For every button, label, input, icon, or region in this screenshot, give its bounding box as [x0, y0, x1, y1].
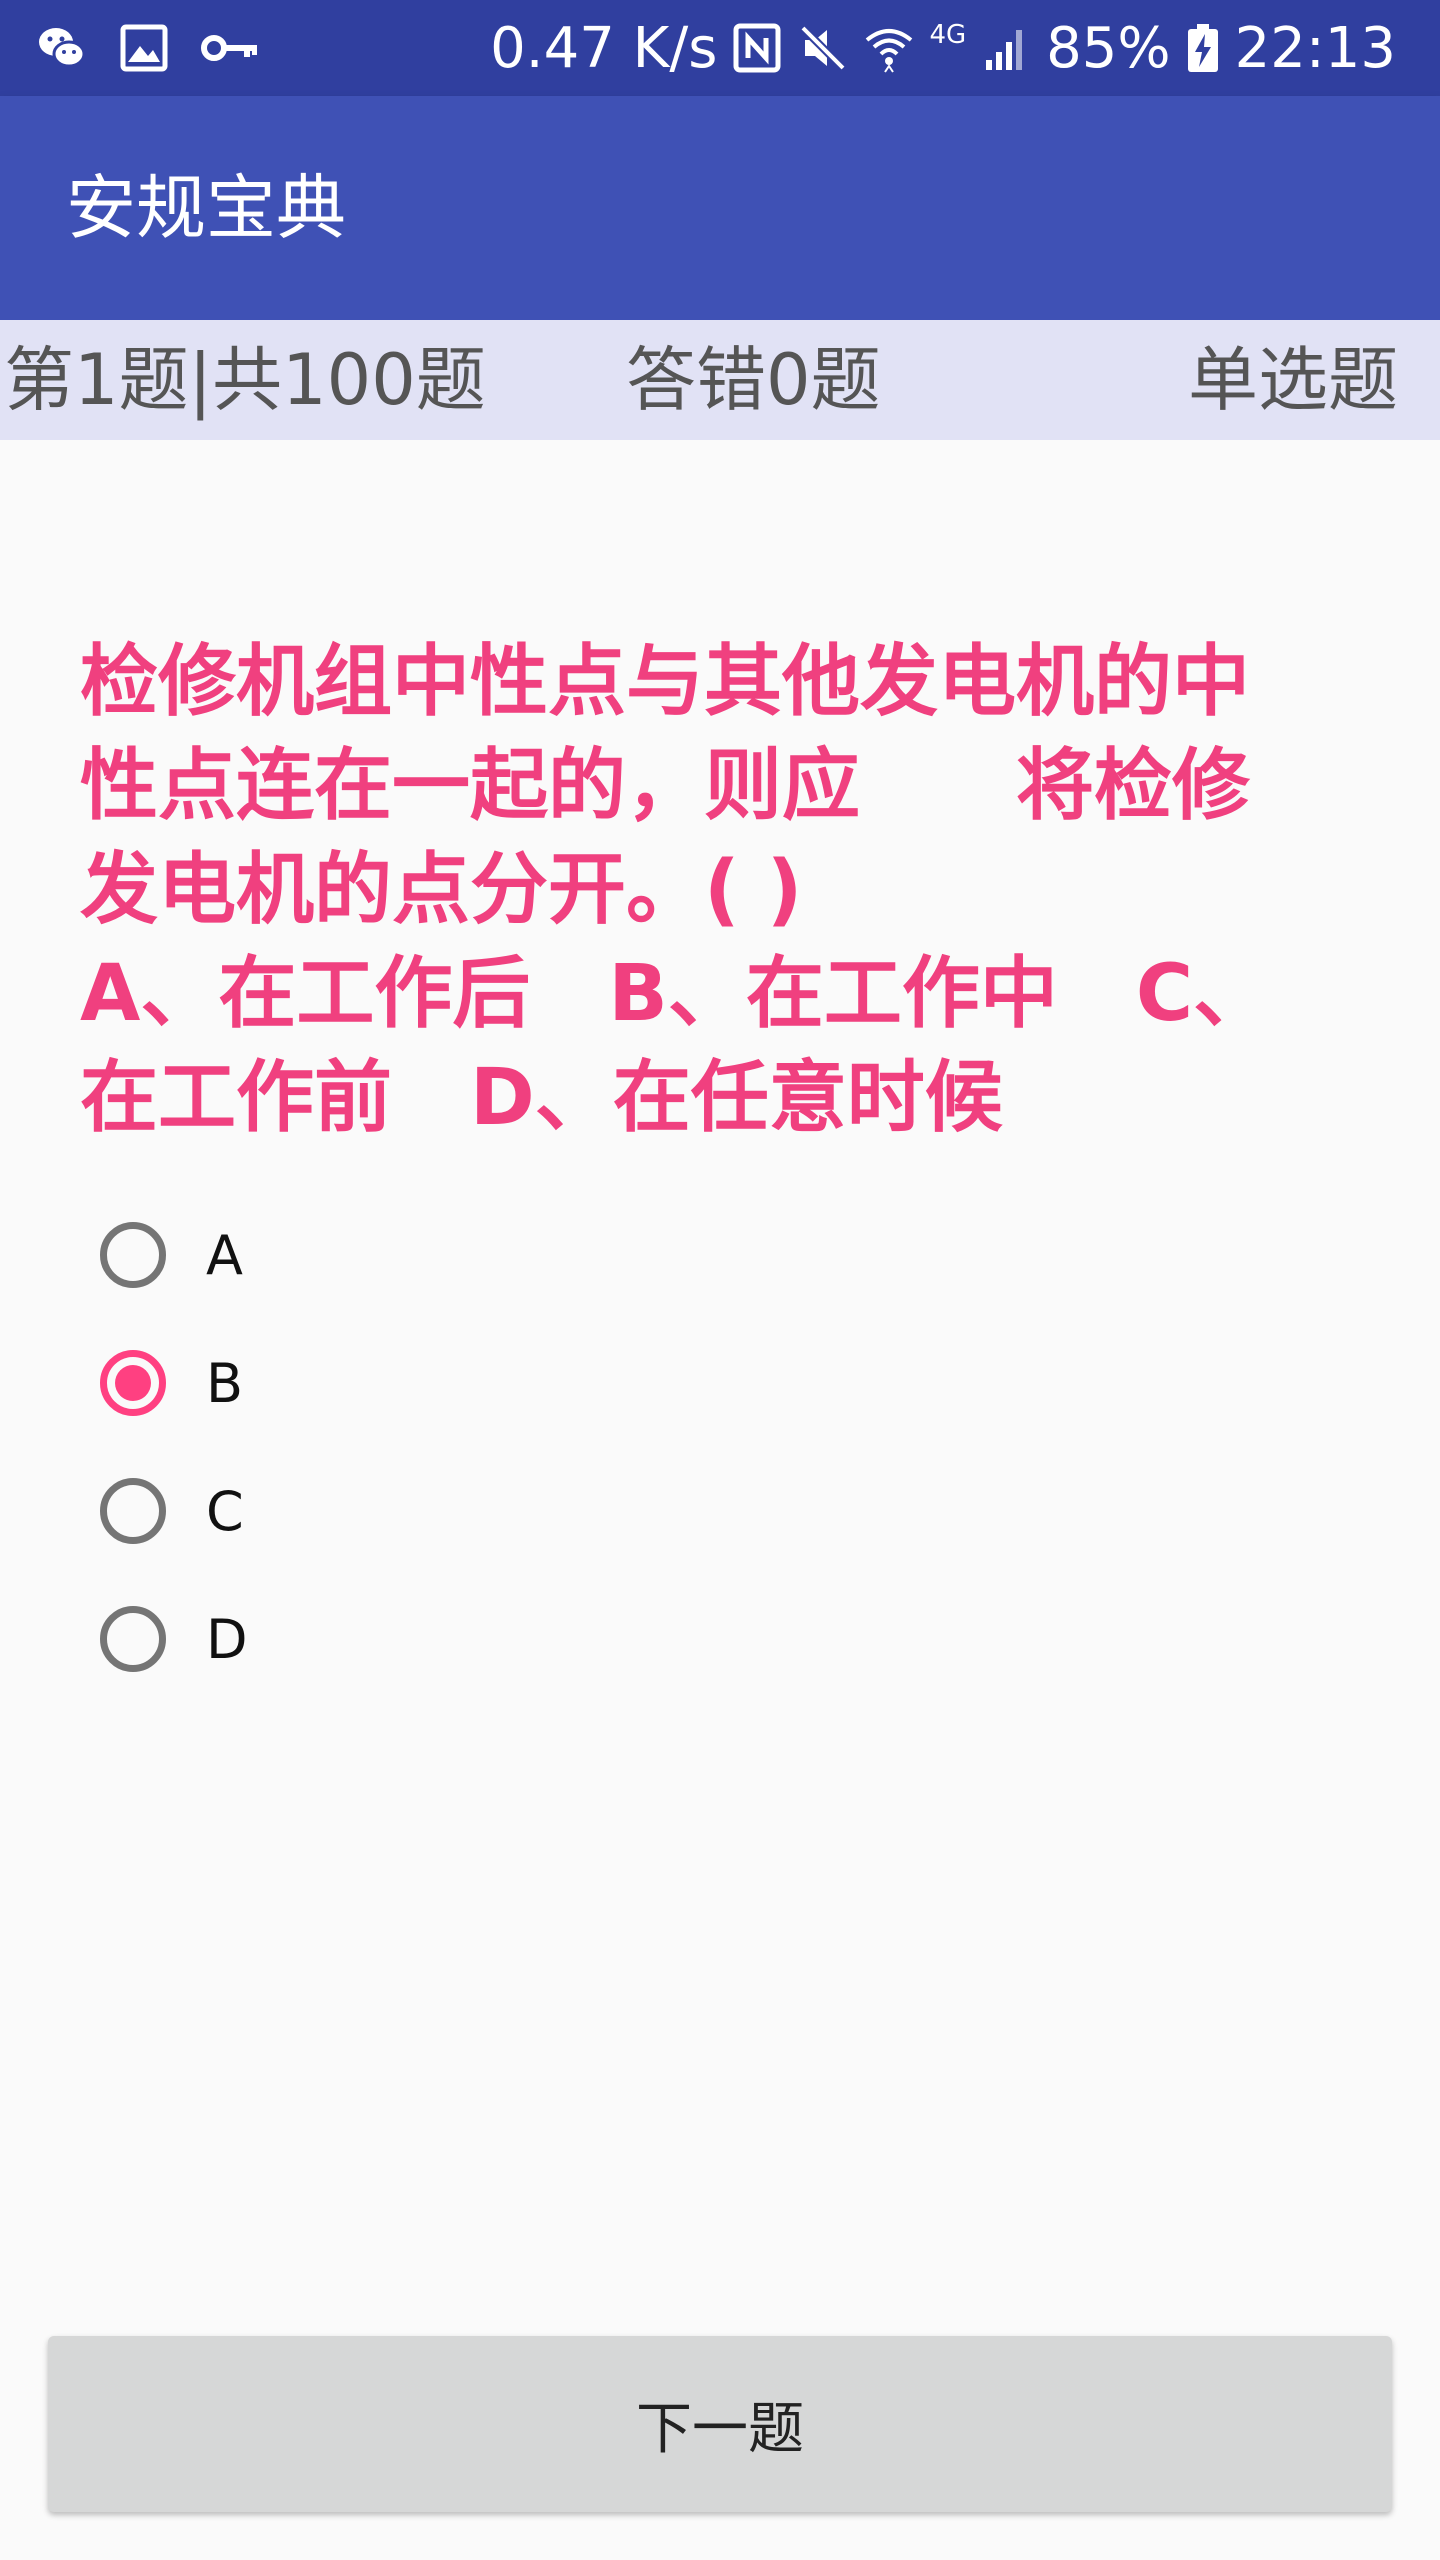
battery-charging-icon	[1185, 22, 1221, 74]
app-title: 安规宝典	[66, 167, 346, 249]
option-label-d: D	[206, 1607, 248, 1671]
nfc-icon	[731, 22, 783, 74]
question-type: 单选题	[1188, 339, 1398, 421]
next-question-button[interactable]: 下一题	[48, 2336, 1392, 2512]
app-bar: 安规宝典	[0, 96, 1440, 320]
question-line: A、在工作后 B、在工作中 C、	[80, 949, 1272, 1039]
question-line: 性点连在一起的，则应 将检修	[80, 741, 1251, 831]
option-label-c: C	[206, 1479, 244, 1543]
option-a[interactable]: A	[100, 1210, 500, 1300]
radio-button-d[interactable]	[100, 1606, 166, 1672]
radio-button-b[interactable]	[100, 1350, 166, 1416]
status-bar-right: 0.47 K/s 4G 85% 22:13	[490, 0, 1396, 96]
status-bar-left	[36, 0, 260, 96]
option-d[interactable]: D	[100, 1594, 500, 1684]
option-c[interactable]: C	[100, 1466, 500, 1556]
mute-icon	[797, 22, 849, 74]
battery-percent: 85%	[1046, 15, 1171, 81]
question-line: 在工作前 D、在任意时候	[80, 1053, 1003, 1143]
wechat-icon	[36, 22, 88, 74]
clock: 22:13	[1234, 15, 1396, 81]
signal-icon	[980, 22, 1032, 74]
radio-selected-dot	[115, 1365, 151, 1401]
key-icon	[200, 22, 260, 74]
question-info-bar: 第1题|共100题 答错0题 单选题	[0, 320, 1440, 440]
radio-button-a[interactable]	[100, 1222, 166, 1288]
wrong-count: 答错0题	[626, 339, 881, 421]
net-speed: 0.47 K/s	[490, 15, 718, 81]
radio-button-c[interactable]	[100, 1478, 166, 1544]
network-type: 4G	[929, 20, 967, 50]
option-label-b: B	[206, 1351, 244, 1415]
image-icon	[118, 22, 170, 74]
status-bar: 0.47 K/s 4G 85% 22:13	[0, 0, 1440, 96]
question-line: 检修机组中性点与其他发电机的中	[80, 637, 1251, 727]
option-b[interactable]: B	[100, 1338, 500, 1428]
option-label-a: A	[206, 1223, 243, 1287]
question-line: 发电机的点分开。( )	[80, 845, 803, 935]
wifi-icon	[863, 22, 915, 74]
question-progress: 第1题|共100题	[4, 339, 486, 421]
question-text: 检修机组中性点与其他发电机的中 性点连在一起的，则应 将检修 发电机的点分开。(…	[80, 630, 1380, 1150]
